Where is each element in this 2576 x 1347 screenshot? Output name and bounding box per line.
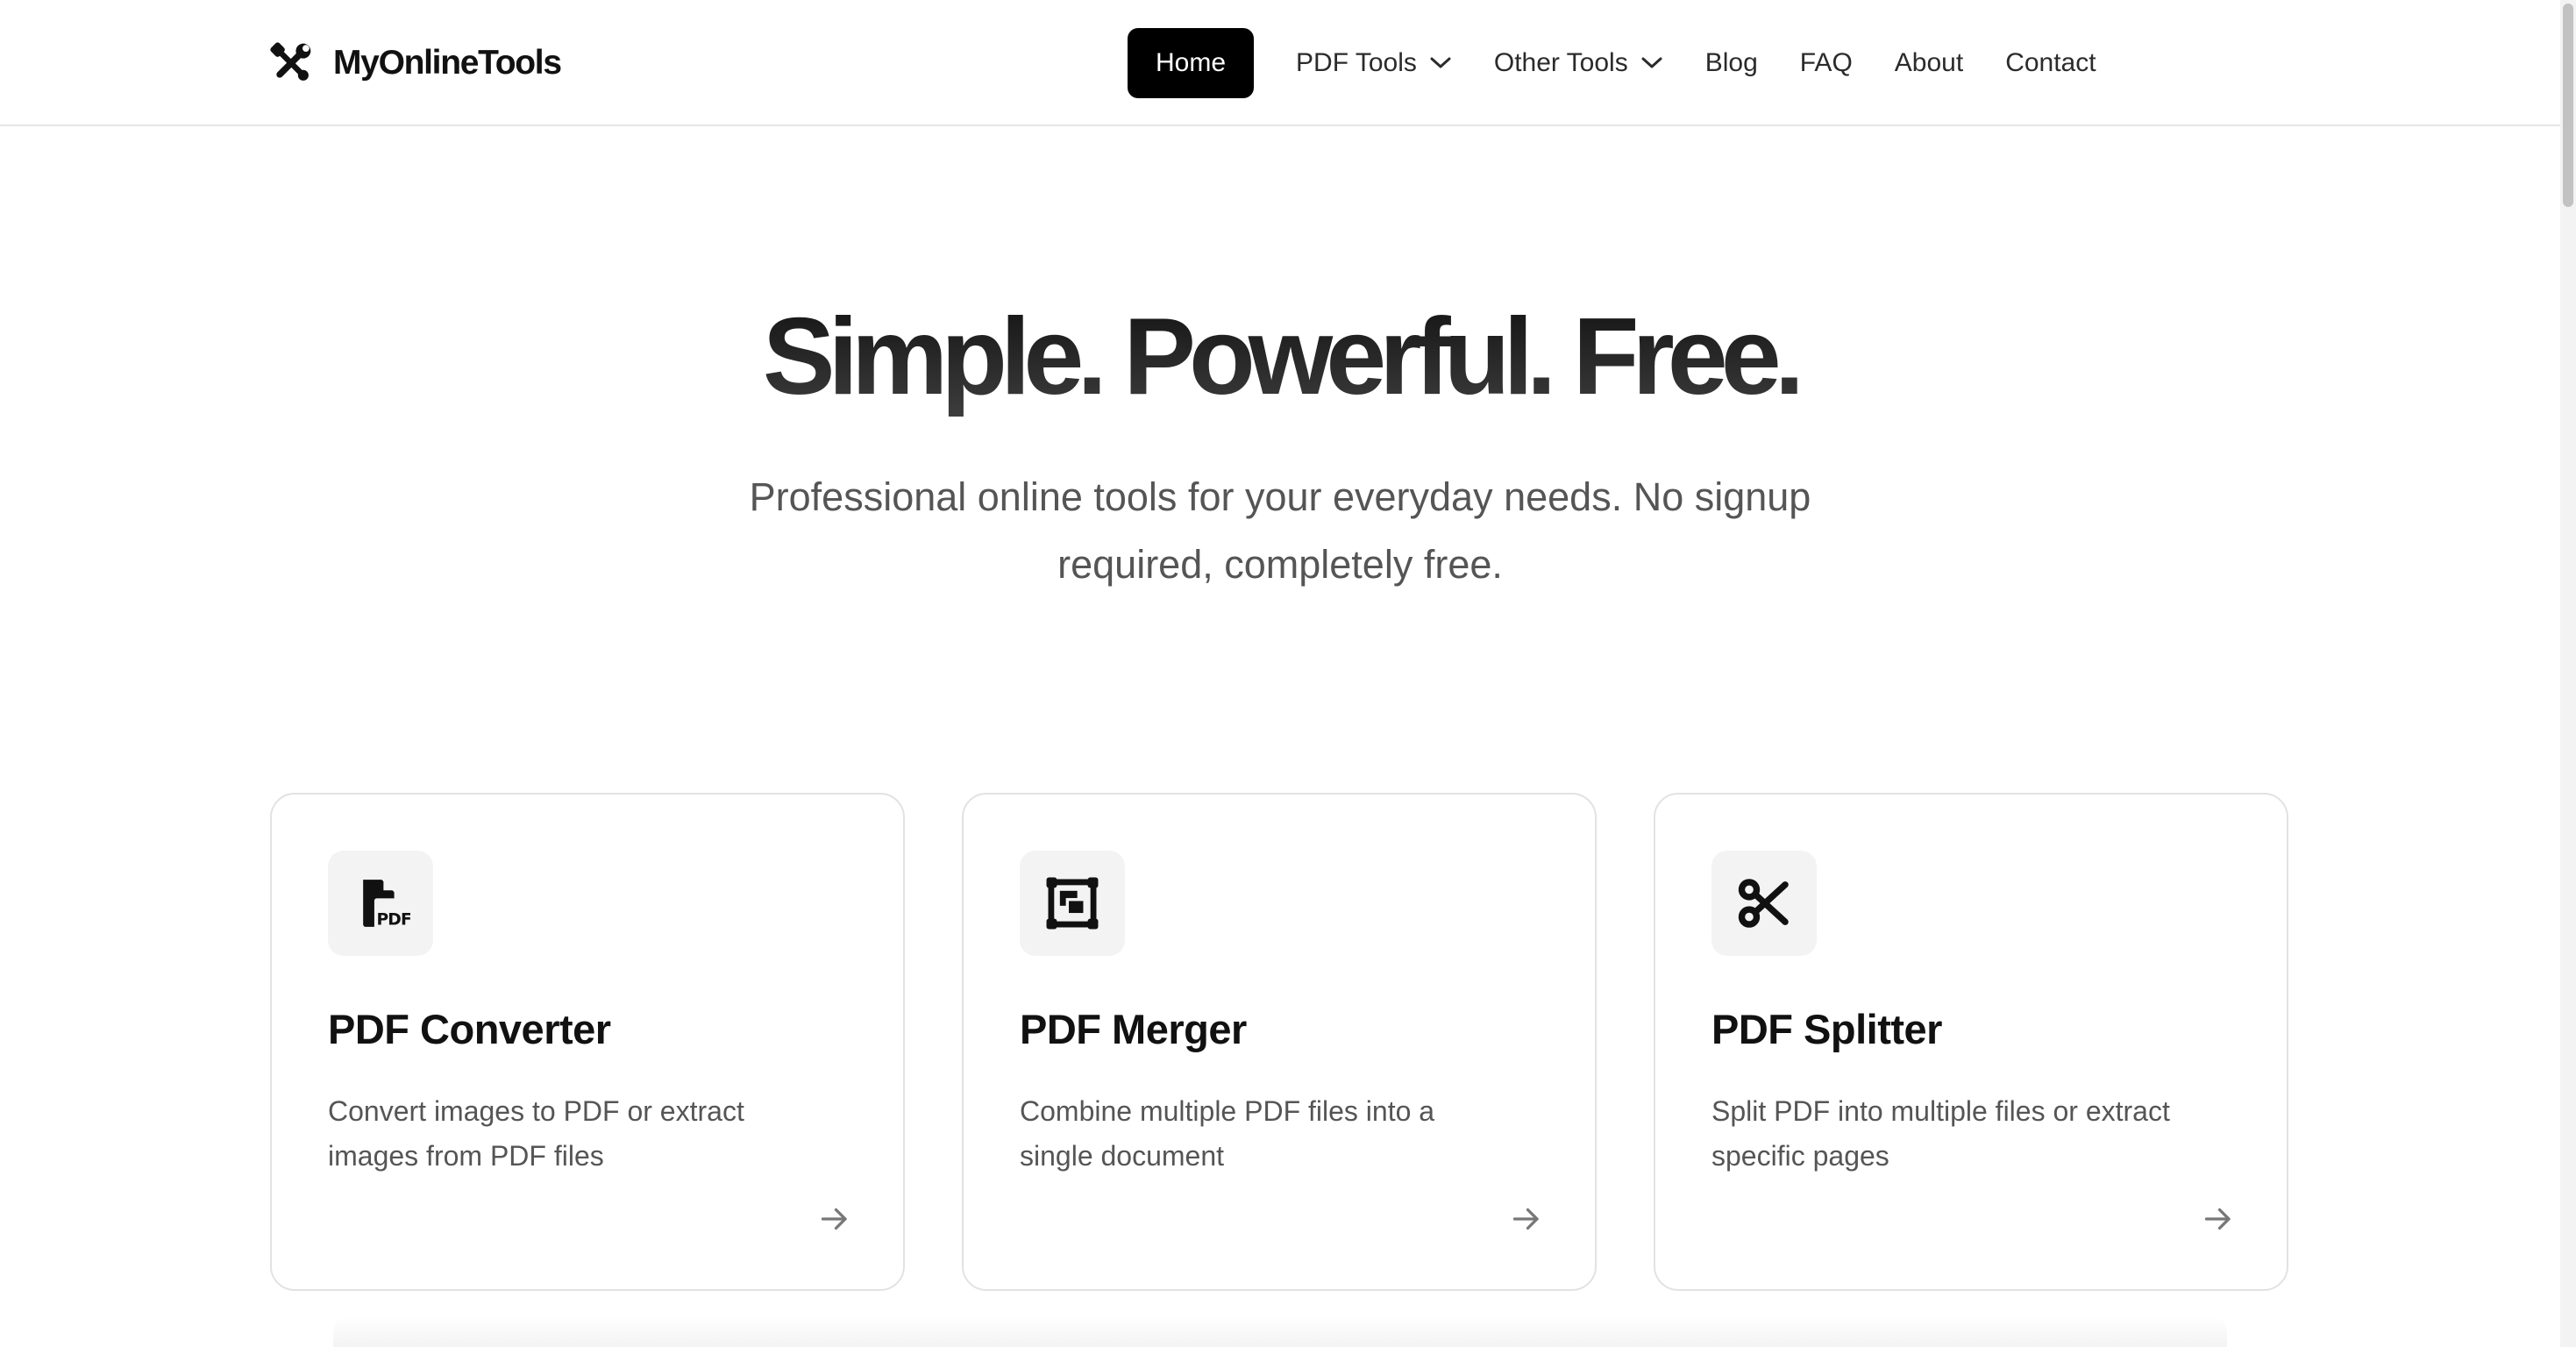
tool-icon-box: PDF (328, 851, 433, 956)
site-header: MyOnlineTools Home PDF Tools Other Tools… (0, 0, 2560, 126)
next-section-edge (333, 1315, 2227, 1347)
merge-icon (1046, 877, 1099, 930)
hero-subtitle: Professional online tools for your every… (749, 474, 1811, 587)
svg-text:PDF: PDF (376, 910, 410, 929)
main-nav: Home PDF Tools Other Tools Blog FAQ Abou… (1128, 28, 2096, 98)
page: MyOnlineTools Home PDF Tools Other Tools… (0, 0, 2576, 1347)
tool-card-pdf-merger[interactable]: PDF Merger Combine multiple PDF files in… (962, 793, 1597, 1291)
nav-blog[interactable]: Blog (1705, 28, 1758, 98)
tool-card-pdf-converter[interactable]: PDF PDF Converter Convert images to PDF … (270, 793, 905, 1291)
arrow-right-icon[interactable] (819, 1203, 850, 1235)
nav-about[interactable]: About (1895, 28, 1963, 98)
tool-description: Split PDF into multiple files or extract… (1711, 1095, 2170, 1172)
tool-title: PDF Splitter (1711, 1006, 1942, 1052)
nav-blog-label: Blog (1704, 48, 1758, 77)
scissors-icon (1738, 879, 1789, 928)
scrollbar-thumb[interactable] (2563, 4, 2573, 207)
nav-faq[interactable]: FAQ (1800, 28, 1853, 98)
nav-home-label: Home (1156, 48, 1227, 77)
nav-contact-label: Contact (2005, 48, 2096, 77)
tool-card-pdf-splitter[interactable]: PDF Splitter Split PDF into multiple fil… (1654, 793, 2288, 1291)
chevron-down-icon (1641, 57, 1662, 68)
site-name: MyOnlineTools (333, 44, 562, 82)
nav-home[interactable]: Home (1128, 28, 1255, 98)
arrow-right-icon[interactable] (2202, 1203, 2234, 1235)
arrow-right-icon[interactable] (1511, 1203, 1542, 1235)
tool-description: Convert images to PDF or extract images … (328, 1095, 744, 1172)
tool-icon-box (1711, 851, 1817, 956)
nav-contact[interactable]: Contact (2005, 28, 2096, 98)
nav-other-tools[interactable]: Other Tools (1494, 28, 1663, 98)
nav-pdf-tools[interactable]: PDF Tools (1296, 28, 1452, 98)
tool-icon-box (1020, 851, 1125, 956)
nav-about-label: About (1894, 48, 1964, 77)
nav-other-tools-label: Other Tools (1493, 48, 1628, 77)
pdf-file-icon: PDF (363, 880, 410, 929)
tools-icon (270, 42, 311, 81)
nav-pdf-tools-label: PDF Tools (1296, 48, 1417, 77)
chevron-down-icon (1430, 57, 1451, 68)
scrollbar[interactable] (2560, 0, 2576, 1347)
tool-description: Combine multiple PDF files into a single… (1020, 1095, 1435, 1172)
tool-title: PDF Merger (1020, 1006, 1247, 1052)
hero-title: Simple. Powerful. Free. (0, 291, 2560, 423)
site-logo[interactable]: MyOnlineTools (268, 39, 562, 88)
tool-title: PDF Converter (328, 1006, 611, 1052)
nav-faq-label: FAQ (1799, 48, 1853, 77)
